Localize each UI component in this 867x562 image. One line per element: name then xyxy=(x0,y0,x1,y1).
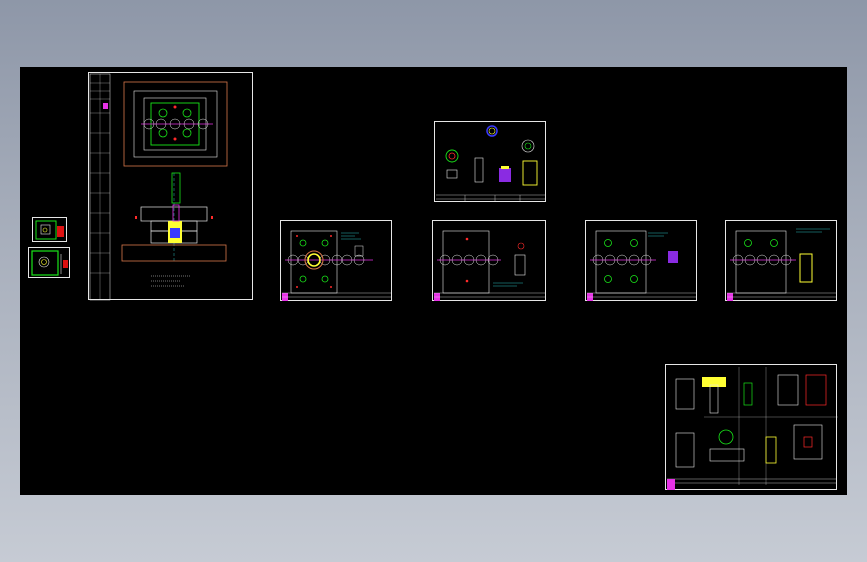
plate-2-graphic xyxy=(434,230,546,301)
plate-1-graphic xyxy=(282,230,392,301)
assembly-drawing-graphic xyxy=(89,73,228,301)
plate-drawing-sheet-1[interactable] xyxy=(280,220,392,301)
parts-detail-graphic xyxy=(667,367,838,490)
plate-drawing-sheet-3[interactable] xyxy=(585,220,697,301)
parts-detail-sheet[interactable] xyxy=(665,364,838,490)
assembly-drawing-sheet[interactable] xyxy=(88,72,253,301)
plate-drawing-sheet-4[interactable] xyxy=(725,220,837,301)
thumbnail-a-graphic xyxy=(35,220,64,240)
thumbnail-b-graphic xyxy=(31,250,68,276)
plate-4-graphic xyxy=(727,228,837,301)
parts-drawing-sheet-top[interactable] xyxy=(434,121,546,202)
drawing-thumbnail-a[interactable] xyxy=(32,217,67,242)
parts-top-graphic xyxy=(436,125,546,202)
drawing-thumbnail-b[interactable] xyxy=(28,247,70,278)
cad-model-space[interactable] xyxy=(20,67,847,495)
plate-3-graphic xyxy=(587,230,697,301)
plate-drawing-sheet-2[interactable] xyxy=(432,220,546,301)
